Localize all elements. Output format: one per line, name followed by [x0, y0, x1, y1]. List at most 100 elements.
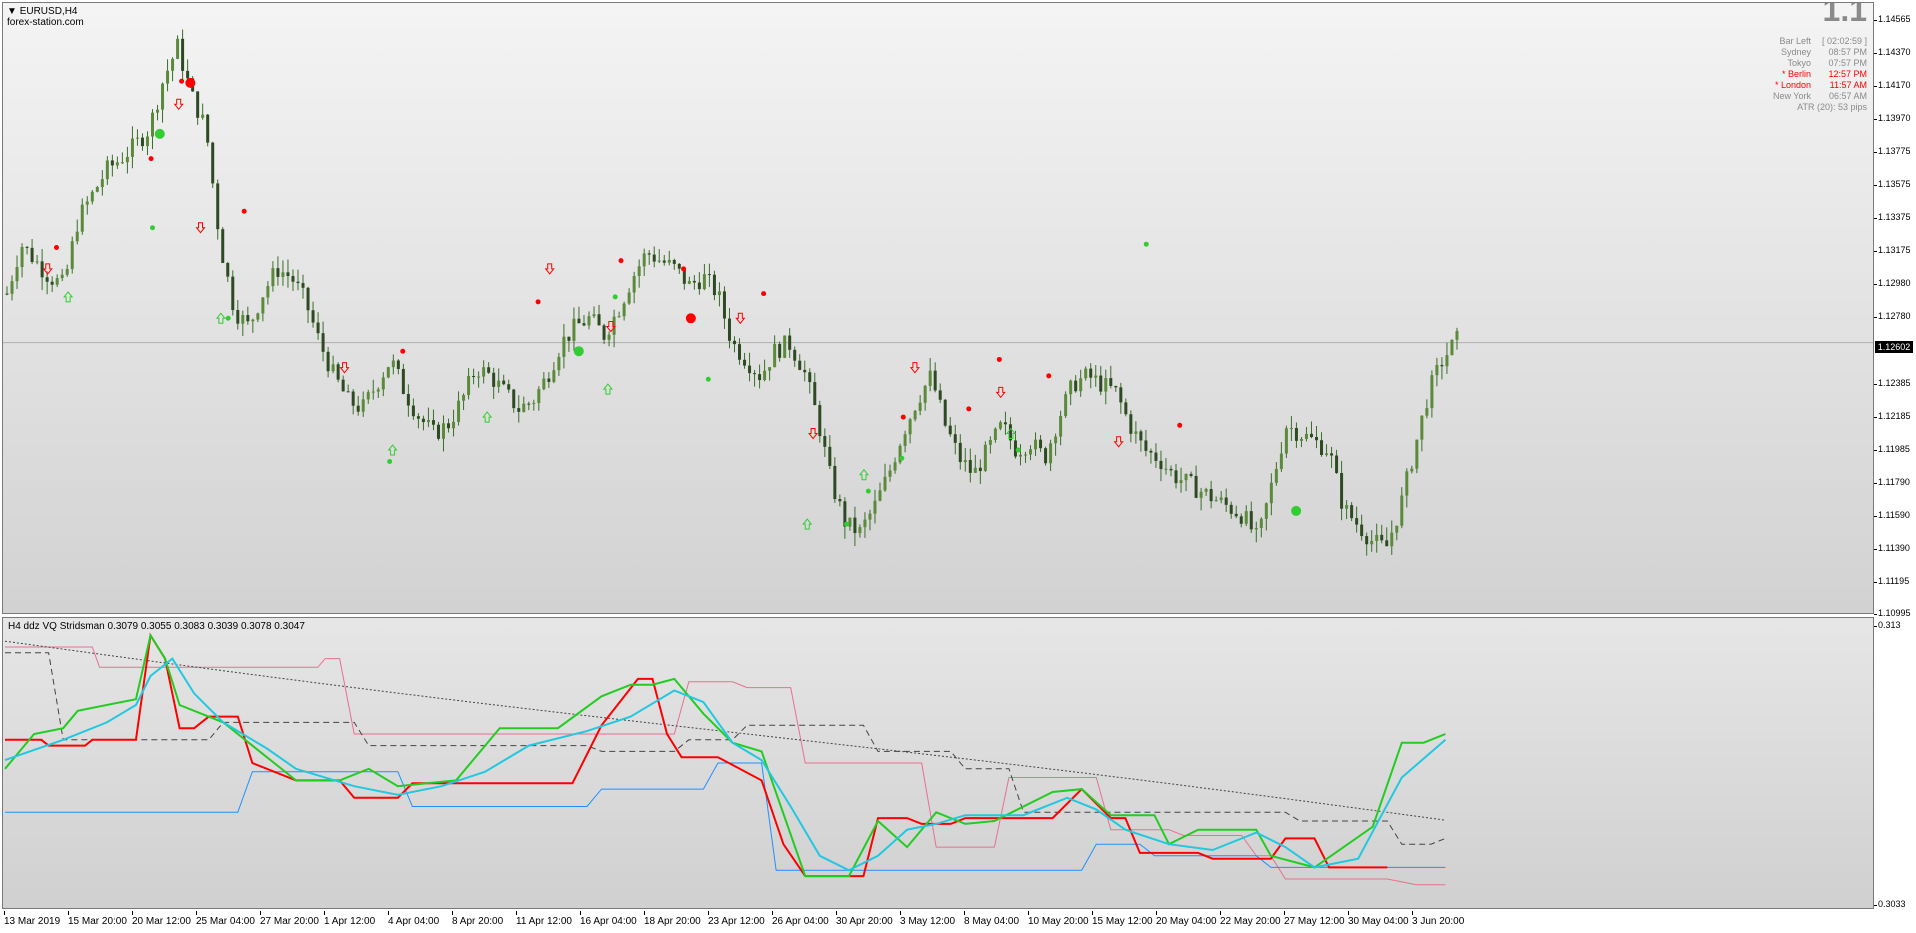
price-tick-label: 1.11985: [1874, 444, 1910, 454]
price-tick-label: 1.13575: [1874, 179, 1911, 189]
time-tick-label: 11 Apr 12:00: [516, 911, 572, 927]
time-tick-label: 27 Mar 20:00: [260, 911, 319, 927]
price-tick-label: 1.14565: [1874, 14, 1911, 24]
indicator-subwindow[interactable]: H4 ddz VQ Stridsman 0.3079 0.3055 0.3083…: [2, 617, 1874, 909]
buy-dot: [387, 459, 393, 465]
buy-dot: [844, 521, 850, 527]
time-tick-label: 23 Apr 12:00: [708, 911, 765, 927]
chevron-down-icon[interactable]: ▼: [7, 6, 17, 17]
time-tick-label: 15 Mar 20:00: [68, 911, 127, 927]
price-axis[interactable]: 1.14565 1.14370 1.14170 1.13970 1.13775 1.135…: [1873, 0, 1916, 933]
time-tick-label: 30 May 04:00: [1348, 911, 1409, 927]
time-tick-label: 3 May 12:00: [900, 911, 956, 927]
session-label: * Berlin: [1781, 69, 1811, 79]
time-tick-label: 8 Apr 20:00: [452, 911, 504, 927]
price-tick-label: 1.12385: [1874, 378, 1911, 388]
buy-dot-large: [1291, 505, 1302, 516]
time-tick-label: 16 Apr 04:00: [580, 911, 637, 927]
candle: [1284, 425, 1288, 458]
time-tick-label: 26 Apr 04:00: [772, 911, 829, 927]
buy-dot: [612, 294, 618, 300]
sell-dot: [761, 291, 767, 297]
price-tick-label: 1.11790: [1874, 477, 1910, 487]
price-tick-label: 1.13175: [1874, 245, 1911, 255]
candle: [386, 366, 390, 379]
time-tick-label: 20 Mar 12:00: [132, 911, 191, 927]
price-tick-label: 1.11590: [1874, 510, 1910, 520]
sell-dot: [1177, 422, 1183, 428]
sell-dot: [179, 78, 185, 84]
sell-dot: [996, 356, 1002, 362]
price-tick-label: 1.13775: [1874, 146, 1911, 156]
indicator-axis-top: 0.313: [1874, 620, 1901, 630]
current-price-badge: 1.12602: [1875, 341, 1913, 353]
candle: [1450, 339, 1454, 356]
candle: [221, 227, 225, 264]
time-tick-label: 4 Apr 04:00: [388, 911, 440, 927]
time-tick-label: 10 May 20:00: [1028, 911, 1089, 927]
buy-dot: [225, 315, 231, 321]
price-tick-label: 1.12780: [1874, 311, 1911, 321]
sell-dot: [1046, 373, 1052, 379]
price-tick-label: 1.12185: [1874, 411, 1911, 421]
candle: [211, 141, 215, 189]
candle: [1044, 446, 1048, 466]
session-label: * London: [1774, 80, 1811, 90]
buy-dot: [899, 455, 905, 461]
candle: [1415, 439, 1419, 474]
atr-label: ATR (20): 53 pips: [1797, 102, 1867, 112]
candle: [176, 35, 180, 60]
time-tick-label: 13 Mar 2019: [4, 911, 61, 927]
time-axis[interactable]: 13 Mar 2019 15 Mar 20:00 20 Mar 12:00 25 Ma…: [2, 911, 1874, 933]
session-label: Bar Left: [1779, 36, 1811, 46]
session-label: Tokyo: [1787, 58, 1811, 68]
session-time: [ 02:02:59 ]: [1821, 36, 1867, 46]
price-tick-label: 1.13970: [1874, 113, 1911, 123]
price-tick-label: 1.11195: [1873, 576, 1910, 586]
price-tick-label: 1.14170: [1874, 80, 1911, 90]
price-tick-label: 1.13375: [1874, 212, 1911, 222]
buy-dot: [705, 376, 711, 382]
time-tick-label: 3 Jun 20:00: [1412, 911, 1465, 927]
symbol-label: EURUSD,H4: [19, 6, 78, 17]
sell-dot: [241, 208, 247, 214]
candle: [70, 236, 74, 274]
candlestick-plot: [3, 3, 1873, 613]
candle: [1064, 391, 1068, 418]
session-time: 11:57 AM: [1829, 80, 1867, 90]
buy-dot: [865, 488, 871, 494]
buy-dot: [150, 225, 155, 231]
candle: [943, 398, 947, 428]
time-tick-label: 1 Apr 12:00: [324, 911, 376, 927]
session-time: 07:57 PM: [1828, 58, 1867, 68]
time-tick-label: 18 Apr 20:00: [644, 911, 701, 927]
buy-dot-large: [573, 346, 584, 357]
candle: [336, 362, 340, 383]
session-time: 08:57 PM: [1828, 47, 1867, 57]
session-time: 06:57 AM: [1828, 91, 1867, 101]
site-watermark: forex-station.com: [7, 17, 84, 28]
sell-dot-large: [185, 77, 196, 88]
main-price-chart[interactable]: ▼ EURUSD,H4 forex-station.com 1.1 Bar Le…: [2, 2, 1874, 614]
chart-symbol-title[interactable]: ▼ EURUSD,H4: [7, 6, 77, 17]
price-tick-label: 1.14370: [1874, 47, 1911, 57]
time-tick-label: 27 May 12:00: [1284, 911, 1345, 927]
time-tick-label: 25 Mar 04:00: [196, 911, 255, 927]
price-tick-label: 1.10995: [1874, 608, 1911, 618]
session-label: Sydney: [1780, 47, 1811, 57]
session-time: 12:57 PM: [1828, 69, 1867, 79]
candle: [231, 270, 235, 316]
time-tick-label: 30 Apr 20:00: [836, 911, 893, 927]
candle: [983, 441, 987, 472]
sell-dot: [966, 406, 972, 412]
buy-dot: [1015, 447, 1021, 453]
sell-dot: [53, 244, 59, 250]
sell-dot: [535, 299, 541, 305]
indicator-axis-bottom: 0.3033: [1874, 899, 1906, 909]
price-tick-label: 1.12980: [1874, 278, 1911, 288]
indicator-plot: [3, 618, 1873, 908]
candle: [206, 113, 210, 147]
big-price-value: 1.1: [1822, 2, 1867, 28]
candle: [898, 443, 902, 465]
time-tick-label: 20 May 04:00: [1156, 911, 1217, 927]
